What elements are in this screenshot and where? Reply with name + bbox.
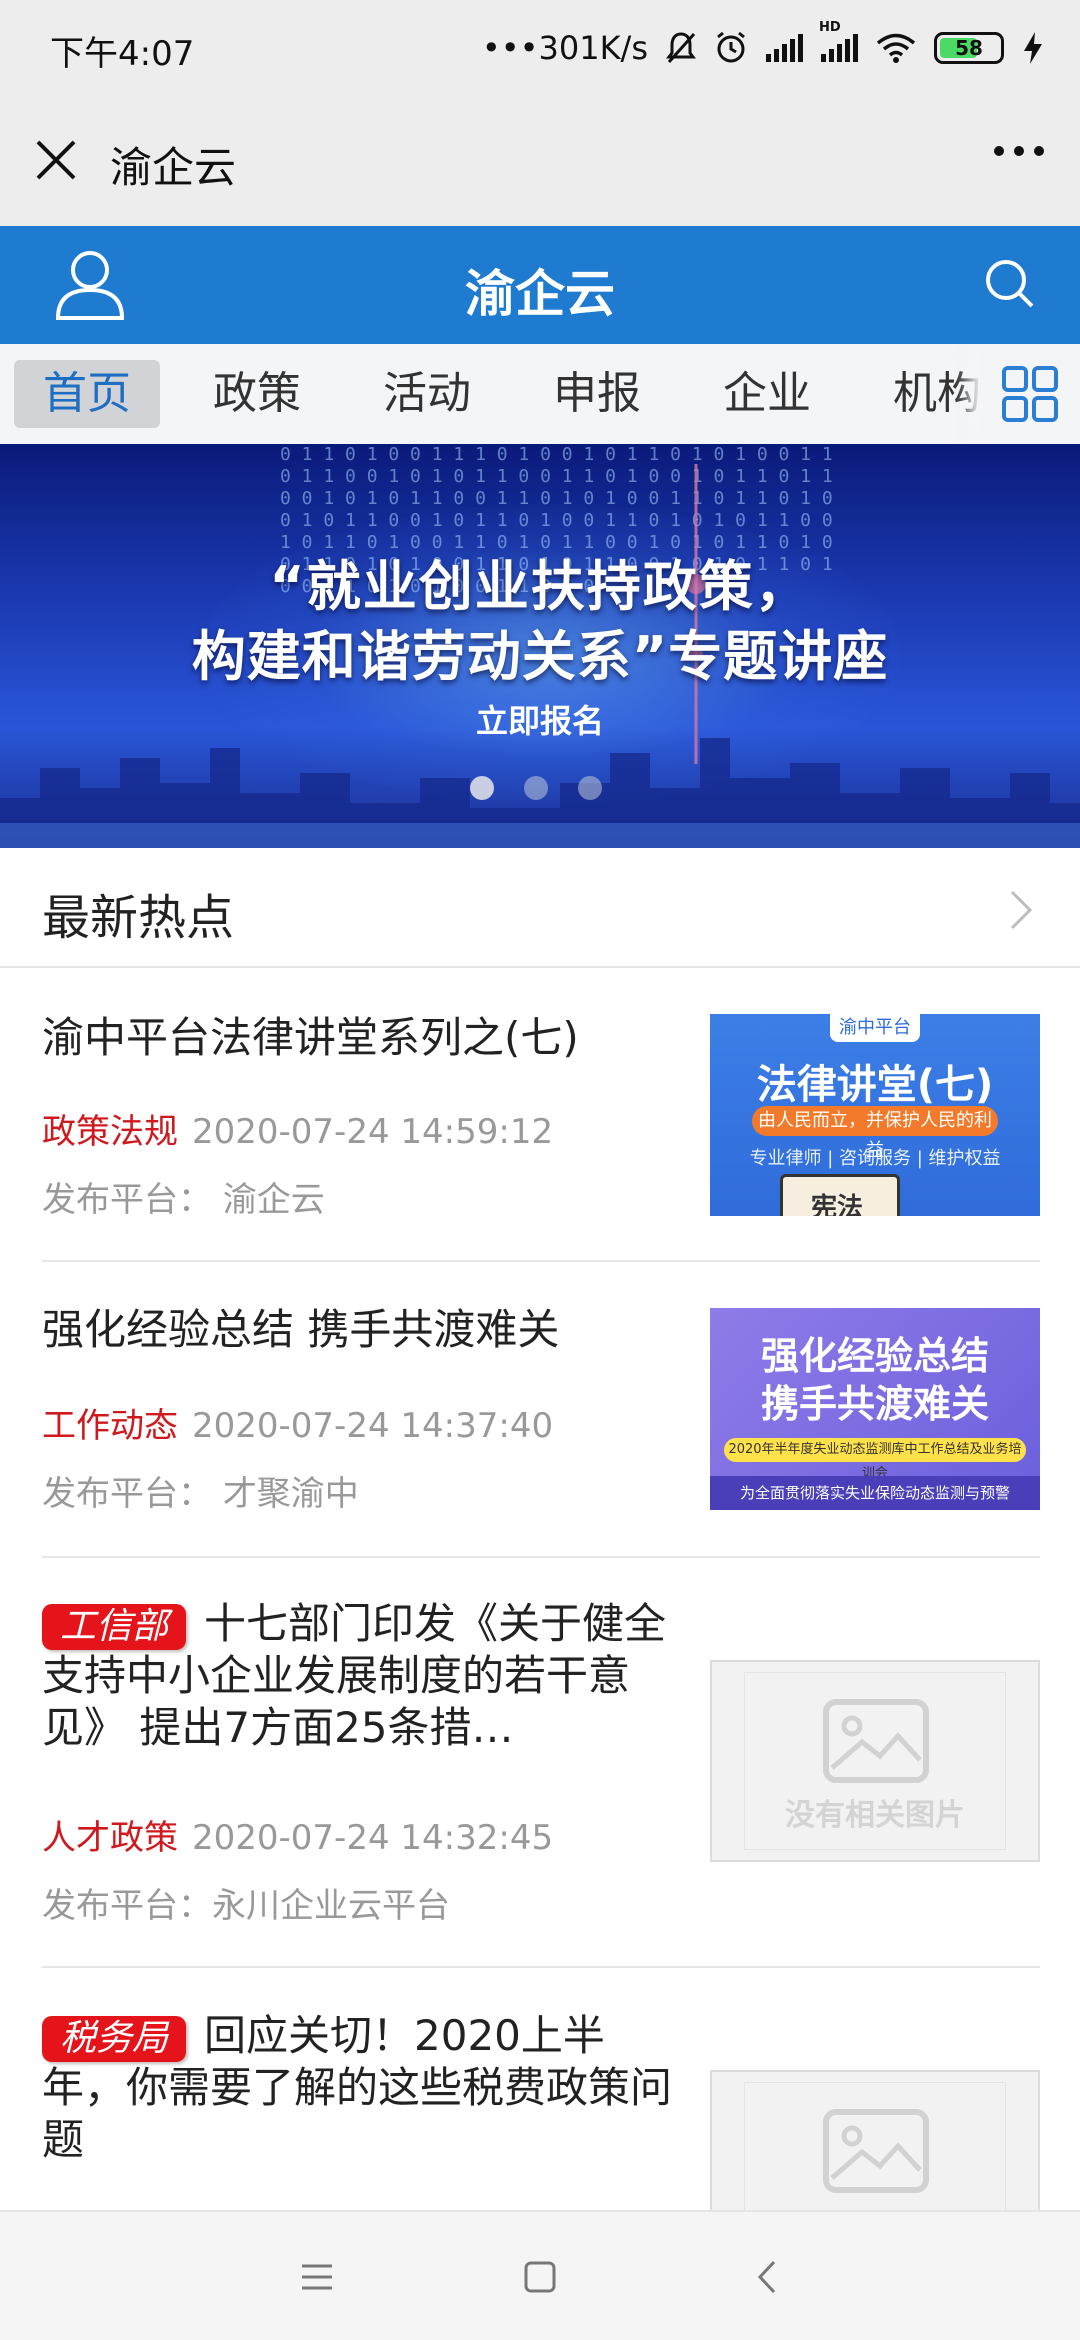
- menu-icon[interactable]: [292, 2252, 342, 2302]
- thumb-top-label: 渝中平台: [830, 1014, 920, 1042]
- source-label: 发布平台：: [42, 1474, 212, 1514]
- grid-menu-icon: [1002, 366, 1058, 422]
- news-category: 政策法规: [42, 1112, 178, 1152]
- source-name: 渝企云: [222, 1180, 325, 1220]
- news-tag: 工信部: [42, 1604, 187, 1650]
- news-thumbnail: 强化经验总结 携手共渡难关 2020年半年度失业动态监测库中工作总结及业务培训会 …: [710, 1308, 1040, 1510]
- search-icon[interactable]: [980, 254, 1040, 314]
- news-tag: 税务局: [42, 2016, 187, 2062]
- news-title-block: 工信部 十七部门印发《关于健全支持中小企业发展制度的若干意见》 提出7方面25条措…: [42, 1598, 682, 1754]
- hot-news-header[interactable]: 最新热点: [0, 848, 1080, 968]
- chevron-right-icon: [1010, 890, 1033, 930]
- tab-activity[interactable]: 活动: [354, 360, 500, 428]
- battery-icon: 58: [934, 32, 1004, 64]
- hd-signal-icon: HD: [819, 20, 858, 62]
- app-title: 渝企云: [465, 265, 615, 323]
- banner-register-cta[interactable]: 立即报名: [0, 696, 1080, 742]
- close-icon[interactable]: [32, 136, 80, 184]
- thumb-headline: 强化经验总结 携手共渡难关: [710, 1332, 1040, 1428]
- no-image-caption: 没有相关图片: [785, 1798, 965, 1833]
- thumb-headline: 法律讲堂(七): [756, 1062, 994, 1108]
- speed-indicator: •••301K/s: [481, 29, 648, 67]
- news-title-block: 税务局 回应关切！2020上半年，你需要了解的这些税费政策问题: [42, 2010, 682, 2166]
- news-meta: 政策法规 2020-07-24 14:59:12: [42, 1104, 553, 1153]
- carousel-dot[interactable]: [578, 776, 602, 800]
- thumb-subtitle: 专业律师 | 咨询服务 | 维护权益: [749, 1148, 1001, 1169]
- source-name: 永川企业云平台: [212, 1886, 450, 1926]
- news-datetime: 2020-07-24 14:32:45: [192, 1818, 554, 1858]
- wechat-title: 渝企云: [110, 143, 237, 192]
- thumb-band: 2020年半年度失业动态监测库中工作总结及业务培训会: [724, 1438, 1026, 1481]
- back-icon[interactable]: [744, 2252, 794, 2302]
- carousel-dot[interactable]: [470, 776, 494, 800]
- status-bar: 下午4:07 •••301K/s HD 58: [0, 0, 1080, 96]
- news-meta: 工作动态 2020-07-24 14:37:40: [42, 1398, 553, 1447]
- news-source: 发布平台： 才聚渝中: [42, 1466, 359, 1515]
- news-item[interactable]: 工信部 十七部门印发《关于健全支持中小企业发展制度的若干意见》 提出7方面25条措…: [42, 1558, 1040, 1968]
- signal-icon: [766, 34, 803, 62]
- tab-home[interactable]: 首页: [14, 360, 160, 428]
- banner-headline-1: “就业创业扶持政策，: [269, 555, 811, 618]
- image-placeholder-icon: [823, 2109, 929, 2193]
- news-title: 强化经验总结 携手共渡难关: [42, 1305, 560, 1354]
- no-image-placeholder: 没有相关图片: [710, 1660, 1040, 1862]
- thumb-footer: 为全面贯彻落实失业保险动态监测与预警: [710, 1476, 1040, 1510]
- image-placeholder-icon: [823, 1699, 929, 1783]
- status-icons: •••301K/s HD 58: [481, 20, 1044, 74]
- source-name: 才聚渝中: [222, 1474, 359, 1514]
- news-item[interactable]: 渝中平台法律讲堂系列之(七) 政策法规 2020-07-24 14:59:12 发…: [42, 968, 1040, 1262]
- news-meta: 人才政策 2020-07-24 14:32:45: [42, 1810, 553, 1859]
- system-nav-bar: [0, 2210, 1080, 2340]
- news-source: 发布平台： 渝企云: [42, 1172, 325, 1221]
- section-title: 最新热点: [42, 890, 235, 946]
- news-category: 工作动态: [42, 1406, 178, 1446]
- news-item[interactable]: 强化经验总结 携手共渡难关 工作动态 2020-07-24 14:37:40 发布…: [42, 1262, 1040, 1558]
- news-thumbnail: 渝中平台 法律讲堂(七) 由人民而立，并保护人民的利益 专业律师 | 咨询服务 …: [710, 1014, 1040, 1216]
- charging-icon: [1024, 32, 1042, 64]
- banner-carousel[interactable]: 0 1 1 0 1 0 0 1 1 1 0 1 0 0 1 0 1 1 0 1 …: [0, 444, 1080, 848]
- category-tabs: 首页 政策 活动 申报 企业 机构: [0, 344, 1080, 444]
- tab-enterprise[interactable]: 企业: [694, 360, 840, 428]
- thumb-headline-2: 携手共渡难关: [760, 1382, 989, 1426]
- wechat-title-bar: 渝企云: [0, 96, 1080, 226]
- alarm-icon: [717, 31, 745, 63]
- banner-headline-2: 构建和谐劳动关系”专题讲座: [191, 625, 889, 688]
- tab-policy[interactable]: 政策: [184, 360, 330, 428]
- tab-apply[interactable]: 申报: [524, 360, 670, 428]
- thumb-headline-1: 强化经验总结: [760, 1334, 989, 1378]
- news-datetime: 2020-07-24 14:59:12: [192, 1112, 554, 1152]
- grid-menu-button[interactable]: [980, 344, 1080, 444]
- news-category: 人才政策: [42, 1818, 178, 1858]
- app-header: 渝企云: [0, 226, 1080, 344]
- carousel-dots: [470, 776, 602, 800]
- news-source: 发布平台：永川企业云平台: [42, 1878, 450, 1927]
- mute-bell-icon: [666, 32, 696, 63]
- more-dots-icon[interactable]: [994, 146, 1044, 156]
- hd-label: HD: [819, 20, 841, 35]
- news-datetime: 2020-07-24 14:37:40: [192, 1406, 554, 1446]
- carousel-dot[interactable]: [524, 776, 548, 800]
- battery-level: 58: [955, 36, 983, 60]
- wifi-icon: [876, 33, 916, 63]
- source-label: 发布平台：: [42, 1886, 212, 1926]
- book-label: 宪法: [811, 1193, 864, 1216]
- news-title: 渝中平台法律讲堂系列之(七): [42, 1013, 579, 1062]
- status-time: 下午4:07: [50, 34, 195, 74]
- book-illustration: 宪法: [780, 1174, 900, 1216]
- thumb-slogan: 由人民而立，并保护人民的利益: [752, 1106, 998, 1161]
- speed-text: 301K/s: [538, 29, 648, 67]
- source-label: 发布平台：: [42, 1180, 212, 1220]
- home-square-icon[interactable]: [515, 2252, 565, 2302]
